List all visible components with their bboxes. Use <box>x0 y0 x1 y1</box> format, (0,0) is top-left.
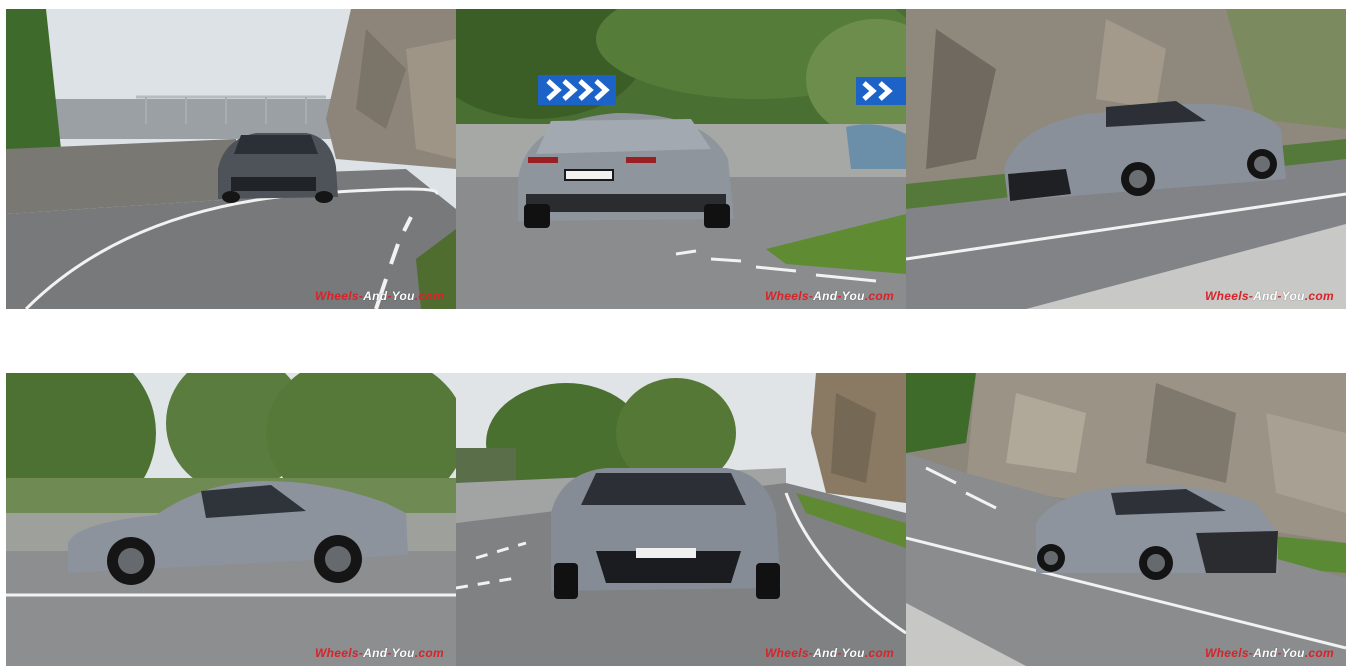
photo-4-watermark: Wheels-And-You.com <box>315 646 444 660</box>
gallery-photo-2[interactable]: Wheels-And-You.com <box>456 9 906 309</box>
gallery-photo-4[interactable]: Wheels-And-You.com <box>6 373 456 666</box>
photo-6-watermark: Wheels-And-You.com <box>1205 646 1334 660</box>
photo-3-scene <box>906 9 1346 309</box>
car-1 <box>218 133 338 203</box>
photo-1-scene <box>6 9 456 309</box>
photo-4-scene <box>6 373 456 666</box>
photo-6-scene <box>906 373 1346 666</box>
photo-2-watermark: Wheels-And-You.com <box>765 289 894 303</box>
photo-5-watermark: Wheels-And-You.com <box>765 646 894 660</box>
gallery-photo-1[interactable]: Wheels-And-You.com <box>6 9 456 309</box>
photo-gallery: Wheels-And-You.com Wheels-And-You.com Wh… <box>0 0 1347 666</box>
photo-2-scene <box>456 9 906 309</box>
car-5 <box>551 468 781 599</box>
photo-5-scene <box>456 373 906 666</box>
photo-1-watermark: Wheels-And-You.com <box>315 289 444 303</box>
gallery-photo-6[interactable]: Wheels-And-You.com <box>906 373 1346 666</box>
photo-3-watermark: Wheels-And-You.com <box>1205 289 1334 303</box>
gallery-photo-3[interactable]: Wheels-And-You.com <box>906 9 1346 309</box>
car-6 <box>1036 485 1278 580</box>
gallery-photo-5[interactable]: Wheels-And-You.com <box>456 373 906 666</box>
